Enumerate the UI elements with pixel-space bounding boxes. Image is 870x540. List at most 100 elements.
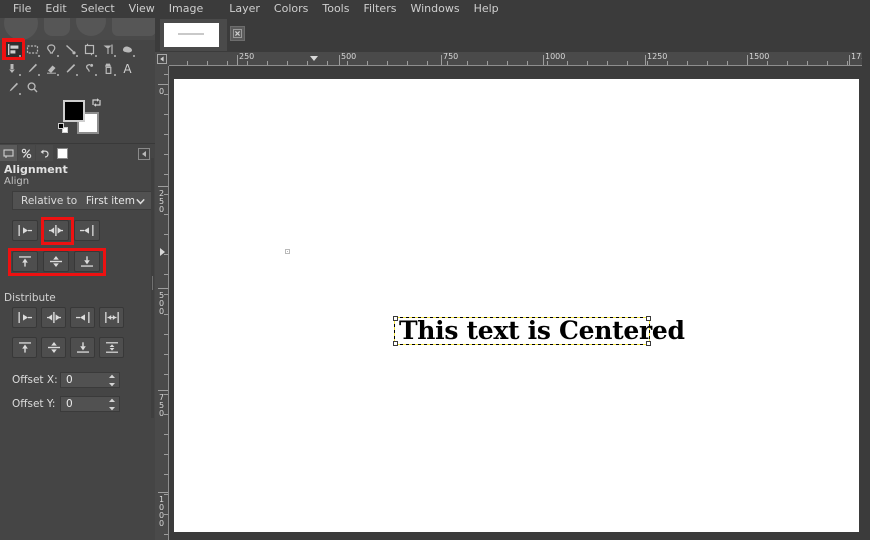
horizontal-ruler[interactable]: 250 500 750 1000 1250 1500 1750 [169, 52, 870, 66]
dock-tab-brushes[interactable] [18, 145, 35, 161]
tool-fuzzy-select-tool[interactable] [61, 40, 79, 58]
dock-tab-tool-options[interactable] [0, 145, 17, 161]
menu-item-layer[interactable]: Layer [222, 0, 267, 18]
align-buttons-row-horizontal [12, 220, 100, 241]
selection-handle[interactable] [393, 341, 398, 346]
canvas-viewport[interactable]: This text is Centered [169, 66, 870, 540]
canvas-guide-marker [285, 249, 290, 254]
distribute-vertical-centers-button[interactable] [41, 337, 66, 358]
tool-measure-tool[interactable] [4, 78, 22, 96]
menu-item-help[interactable]: Help [467, 0, 506, 18]
tool-triangle-marker [38, 74, 40, 76]
menu-item-select[interactable]: Select [74, 0, 122, 18]
distribute-horizontal-gaps-button[interactable] [99, 307, 124, 328]
selection-handle[interactable] [393, 316, 398, 321]
tool-triangle-marker [19, 74, 21, 76]
tool-free-select-tool[interactable] [42, 40, 60, 58]
align-top-edges-button[interactable] [12, 251, 38, 272]
align-horizontal-centers-button[interactable] [43, 220, 69, 241]
decor-circle [76, 18, 106, 36]
selection-handle[interactable] [646, 341, 651, 346]
image-tab[interactable] [160, 19, 227, 51]
vruler-label-750: 750 [157, 393, 166, 417]
foreground-color-swatch[interactable] [63, 100, 85, 122]
ruler-unit-icon[interactable] [155, 52, 169, 66]
offset-x-label: Offset X: [12, 373, 58, 386]
tool-smudge-tool[interactable] [61, 59, 79, 77]
vruler-label-1000: 1000 [157, 495, 166, 527]
tool-triangle-marker [114, 55, 116, 57]
image-window: 250 500 750 1000 1250 1500 1750 0 250 50… [155, 18, 870, 540]
tool-triangle-marker [76, 55, 78, 57]
dock-resize-handle[interactable] [151, 158, 154, 418]
tool-bucket-fill-tool[interactable] [118, 40, 136, 58]
tool-transform-tool[interactable] [99, 40, 117, 58]
offset-y-label: Offset Y: [12, 397, 56, 410]
distribute-top-edges-button[interactable] [12, 337, 37, 358]
text-layer-selection[interactable]: This text is Centered [393, 316, 685, 346]
align-right-edges-button[interactable] [74, 220, 100, 241]
relative-to-value: First item [85, 194, 135, 207]
stepper-arrows-icon[interactable] [108, 398, 116, 411]
menu-item-windows[interactable]: Windows [403, 0, 466, 18]
tool-triangle-marker [95, 74, 97, 76]
distribute-bottom-edges-button[interactable] [70, 337, 95, 358]
window-bottom-edge [169, 532, 862, 540]
tool-align-tool[interactable] [2, 38, 24, 60]
hruler-label-1500: 1500 [749, 52, 770, 61]
tool-triangle-marker [95, 55, 97, 57]
menu-item-file[interactable]: File [6, 0, 38, 18]
menu-item-colors[interactable]: Colors [267, 0, 315, 18]
vruler-label-0: 0 [157, 87, 166, 95]
canvas-text: This text is Centered [399, 316, 685, 345]
hruler-label-250: 250 [239, 52, 255, 61]
menu-item-view[interactable]: View [122, 0, 162, 18]
stepper-arrows-icon[interactable] [108, 374, 116, 387]
swap-colors-icon[interactable] [91, 97, 102, 108]
menu-item-tools[interactable]: Tools [315, 0, 356, 18]
dock-tab-images[interactable] [54, 145, 71, 161]
decor-circle [4, 18, 38, 40]
distribute-vertical-gaps-button[interactable] [99, 337, 124, 358]
align-vertical-centers-button[interactable] [43, 251, 69, 272]
offset-y-stepper[interactable]: 0 [60, 395, 120, 412]
tool-crop-tool[interactable] [80, 40, 98, 58]
align-left-edges-button[interactable] [12, 220, 38, 241]
menu-item-filters[interactable]: Filters [356, 0, 403, 18]
window-right-edge [862, 48, 870, 540]
tool-gradient-tool[interactable] [4, 59, 22, 77]
tool-options-dock: Alignment Align Relative to First item D… [0, 143, 155, 540]
offset-x-stepper[interactable]: 0 [60, 371, 120, 388]
dock-tab-undo-history[interactable] [36, 145, 53, 161]
gimp-window: File Edit Select View Image Layer Colors… [0, 0, 870, 540]
relative-to-dropdown[interactable]: Relative to First item [12, 191, 152, 210]
tool-path-tool[interactable] [80, 59, 98, 77]
vruler-position-marker [160, 248, 165, 256]
relative-to-label: Relative to [21, 194, 78, 207]
decor-shape [112, 18, 155, 36]
image-canvas[interactable]: This text is Centered [174, 79, 859, 535]
tool-rectangle-select-tool[interactable] [23, 40, 41, 58]
tool-clone-tool[interactable] [99, 59, 117, 77]
vertical-ruler[interactable]: 0 250 500 750 1000 [155, 66, 169, 540]
close-icon[interactable] [230, 26, 245, 41]
menu-item-image[interactable]: Image [162, 0, 210, 18]
tool-triangle-marker [57, 55, 59, 57]
align-bottom-edges-button[interactable] [74, 251, 100, 272]
distribute-right-edges-button[interactable] [70, 307, 95, 328]
hruler-label-750: 750 [443, 52, 459, 61]
white-square-icon [57, 147, 68, 159]
color-swatches [55, 96, 115, 138]
tool-pencil-tool[interactable] [23, 59, 41, 77]
tool-triangle-marker [19, 55, 21, 57]
reset-colors-icon[interactable] [58, 123, 69, 134]
dock-menu-icon[interactable] [138, 148, 150, 160]
align-center-h-icon [49, 225, 63, 236]
selection-handle[interactable] [646, 316, 651, 321]
distribute-horizontal-centers-button[interactable] [41, 307, 66, 328]
distribute-left-edges-button[interactable] [12, 307, 37, 328]
tool-eraser-tool[interactable] [42, 59, 60, 77]
tool-zoom-tool[interactable] [23, 78, 41, 96]
tool-text-tool[interactable]: A [118, 59, 136, 77]
menu-item-edit[interactable]: Edit [38, 0, 73, 18]
